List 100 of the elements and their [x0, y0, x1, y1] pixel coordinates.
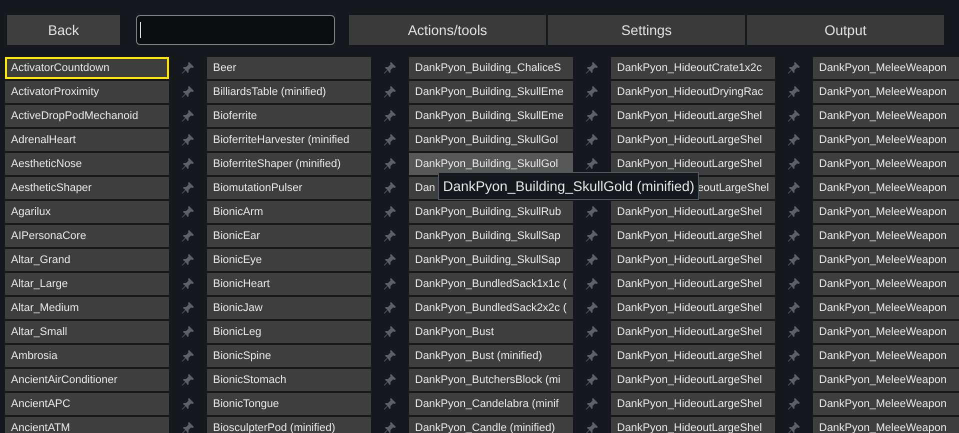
pin-icon[interactable] [383, 229, 397, 243]
pin-icon[interactable] [181, 181, 195, 195]
pin-icon[interactable] [787, 397, 801, 411]
list-item[interactable]: BiosculpterPod (minified) [207, 417, 371, 433]
list-item[interactable]: DankPyon_Building_SkullSap [409, 249, 573, 271]
pin-icon[interactable] [383, 421, 397, 433]
list-item[interactable]: DankPyon_Building_SkullEme [409, 81, 573, 103]
list-item[interactable]: ActiveDropPodMechanoid [5, 105, 169, 127]
list-item[interactable]: BionicTongue [207, 393, 371, 415]
list-item[interactable]: BionicEar [207, 225, 371, 247]
pin-icon[interactable] [383, 373, 397, 387]
pin-icon[interactable] [181, 349, 195, 363]
list-item[interactable]: DankPyon_HideoutLargeShel [611, 417, 775, 433]
list-item[interactable]: DankPyon_HideoutLargeShel [611, 225, 775, 247]
pin-icon[interactable] [787, 181, 801, 195]
list-item[interactable]: Beer [207, 57, 371, 79]
list-item[interactable]: DankPyon_Bust [409, 321, 573, 343]
pin-icon[interactable] [787, 157, 801, 171]
list-item[interactable]: Altar_Grand [5, 249, 169, 271]
list-item[interactable]: DankPyon_MeleeWeapon [813, 129, 959, 151]
search-field[interactable] [136, 15, 335, 45]
list-item[interactable]: DankPyon_MeleeWeapon [813, 297, 959, 319]
list-item[interactable]: DankPyon_MeleeWeapon [813, 417, 959, 433]
pin-icon[interactable] [787, 109, 801, 123]
pin-icon[interactable] [787, 205, 801, 219]
list-item[interactable]: Bioferrite [207, 105, 371, 127]
pin-icon[interactable] [585, 253, 599, 267]
list-item[interactable]: AIPersonaCore [5, 225, 169, 247]
list-item[interactable]: ActivatorProximity [5, 81, 169, 103]
pin-icon[interactable] [585, 205, 599, 219]
pin-icon[interactable] [787, 85, 801, 99]
list-item[interactable]: DankPyon_MeleeWeapon [813, 393, 959, 415]
pin-icon[interactable] [585, 373, 599, 387]
list-item[interactable]: DankPyon_Candelabra (minif [409, 393, 573, 415]
tab[interactable]: Actions/tools [349, 15, 546, 45]
pin-icon[interactable] [383, 109, 397, 123]
list-item[interactable]: DankPyon_HideoutLargeShel [611, 105, 775, 127]
list-item[interactable]: AdrenalHeart [5, 129, 169, 151]
pin-icon[interactable] [383, 205, 397, 219]
pin-icon[interactable] [585, 85, 599, 99]
list-item[interactable]: DankPyon_HideoutCrate1x2c [611, 57, 775, 79]
list-item[interactable]: DankPyon_MeleeWeapon [813, 177, 959, 199]
list-item[interactable]: DankPyon_MeleeWeapon [813, 345, 959, 367]
list-item[interactable]: DankPyon_Candle (minified) [409, 417, 573, 433]
list-item[interactable]: DankPyon_MeleeWeapon [813, 225, 959, 247]
pin-icon[interactable] [181, 397, 195, 411]
list-item[interactable]: DankPyon_HideoutLargeShel [611, 201, 775, 223]
pin-icon[interactable] [383, 325, 397, 339]
list-item[interactable]: AncientAPC [5, 393, 169, 415]
pin-icon[interactable] [787, 61, 801, 75]
pin-icon[interactable] [585, 301, 599, 315]
list-item[interactable]: DankPyon_ButchersBlock (mi [409, 369, 573, 391]
list-item[interactable]: Ambrosia [5, 345, 169, 367]
list-item[interactable]: DankPyon_Building_SkullEme [409, 105, 573, 127]
list-item[interactable]: Altar_Large [5, 273, 169, 295]
pin-icon[interactable] [181, 325, 195, 339]
pin-icon[interactable] [585, 229, 599, 243]
list-item[interactable]: Agarilux [5, 201, 169, 223]
back-button[interactable]: Back [7, 15, 120, 45]
tab[interactable]: Settings [548, 15, 745, 45]
list-item[interactable]: DankPyon_HideoutLargeShel [611, 249, 775, 271]
pin-icon[interactable] [787, 229, 801, 243]
list-item[interactable]: BionicHeart [207, 273, 371, 295]
pin-icon[interactable] [585, 133, 599, 147]
list-item[interactable]: DankPyon_Bust (minified) [409, 345, 573, 367]
pin-icon[interactable] [383, 253, 397, 267]
list-item[interactable]: DankPyon_Building_ChaliceS [409, 57, 573, 79]
list-item[interactable]: AncientAirConditioner [5, 369, 169, 391]
list-item[interactable]: Altar_Small [5, 321, 169, 343]
list-item[interactable]: DankPyon_MeleeWeapon [813, 273, 959, 295]
list-item[interactable]: DankPyon_MeleeWeapon [813, 105, 959, 127]
list-item[interactable]: DankPyon_BundledSack2x2c ( [409, 297, 573, 319]
pin-icon[interactable] [181, 61, 195, 75]
pin-icon[interactable] [787, 325, 801, 339]
pin-icon[interactable] [383, 301, 397, 315]
pin-icon[interactable] [181, 301, 195, 315]
pin-icon[interactable] [585, 157, 599, 171]
pin-icon[interactable] [181, 373, 195, 387]
list-item[interactable]: BionicEye [207, 249, 371, 271]
list-item[interactable]: DankPyon_HideoutLargeShel [611, 321, 775, 343]
list-item[interactable]: DankPyon_MeleeWeapon [813, 201, 959, 223]
pin-icon[interactable] [383, 277, 397, 291]
pin-icon[interactable] [181, 205, 195, 219]
list-item[interactable]: DankPyon_MeleeWeapon [813, 57, 959, 79]
pin-icon[interactable] [585, 421, 599, 433]
list-item[interactable]: DankPyon_HideoutLargeShel [611, 129, 775, 151]
list-item[interactable]: DankPyon_HideoutLargeShel [611, 369, 775, 391]
pin-icon[interactable] [383, 349, 397, 363]
list-item[interactable]: DankPyon_HideoutLargeShel [611, 273, 775, 295]
pin-icon[interactable] [787, 253, 801, 267]
pin-icon[interactable] [787, 421, 801, 433]
pin-icon[interactable] [181, 85, 195, 99]
pin-icon[interactable] [585, 109, 599, 123]
list-item[interactable]: DankPyon_MeleeWeapon [813, 369, 959, 391]
pin-icon[interactable] [383, 397, 397, 411]
pin-icon[interactable] [181, 133, 195, 147]
list-item[interactable]: AestheticShaper [5, 177, 169, 199]
list-item[interactable]: BionicArm [207, 201, 371, 223]
list-item[interactable]: BilliardsTable (minified) [207, 81, 371, 103]
pin-icon[interactable] [787, 349, 801, 363]
